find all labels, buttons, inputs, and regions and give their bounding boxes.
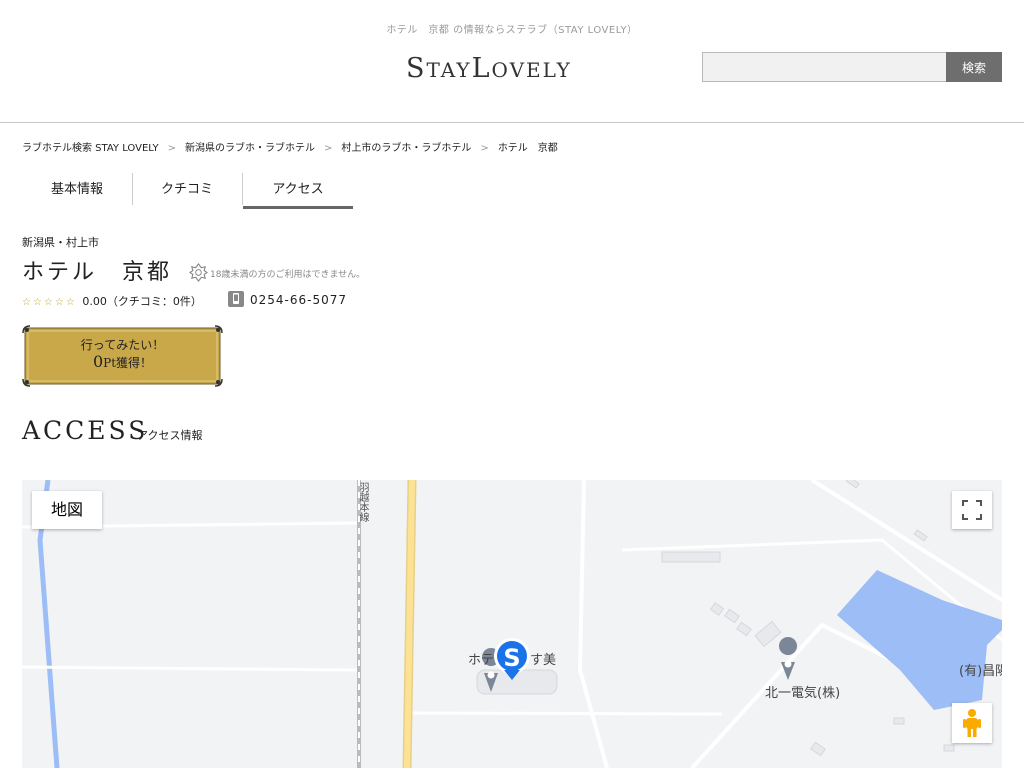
map-label-railway: 羽越本線: [357, 482, 368, 522]
tab-bar: 基本情報 クチコミ アクセス: [22, 173, 354, 209]
access-subheading: アクセス情報: [137, 429, 203, 442]
rating-text[interactable]: 0.00（クチコミ：0件）: [82, 295, 202, 308]
map-label-business-right[interactable]: (有)昌陽: [959, 660, 1002, 679]
rating-stars-icon: ☆☆☆☆☆: [22, 297, 77, 308]
site-logo[interactable]: STAYLOVELY: [406, 53, 620, 87]
breadcrumb-item-current: ホテル 京都: [497, 143, 558, 154]
breadcrumb-separator: >: [167, 143, 177, 154]
map-label-business[interactable]: 北一電気(株): [765, 682, 840, 701]
breadcrumb-separator: >: [324, 143, 333, 154]
phone-icon: [228, 291, 244, 307]
street-view-pegman-button[interactable]: [952, 703, 992, 743]
phone-number[interactable]: 0254-66-5077: [250, 293, 347, 307]
search-input[interactable]: [702, 52, 947, 82]
age-restriction-icon: [189, 263, 208, 282]
rating-summary: ☆☆☆☆☆ 0.00（クチコミ：0件）: [22, 293, 202, 309]
map-label-hotel[interactable]: ホテ: [468, 649, 494, 668]
fullscreen-icon: [962, 500, 982, 520]
map-type-button[interactable]: 地図: [32, 491, 102, 529]
map[interactable]: S 羽越本線 ホテ す美 北一電気(株) (有)昌陽 地図: [22, 480, 1002, 768]
map-label-hotel-neighbor[interactable]: す美: [530, 649, 556, 668]
access-heading: ACCESS: [22, 416, 149, 445]
hotel-name: ホテル 京都: [22, 260, 173, 285]
breadcrumb-item-city[interactable]: 村上市のラブホ・ラブホテル: [341, 143, 471, 154]
tab-access[interactable]: アクセス: [243, 173, 353, 209]
age-restriction-note: 18歳未満の方のご利用はできません。: [210, 270, 366, 280]
search-button[interactable]: 検索: [946, 52, 1002, 82]
svg-text:S: S: [503, 644, 520, 672]
breadcrumb-separator: >: [480, 143, 489, 154]
breadcrumb: ラブホテル検索 STAY LOVELY > 新潟県のラブホ・ラブホテル > 村上市のラブ…: [22, 139, 558, 154]
want-to-go-label[interactable]: 行ってみたい！ 0Pt獲得！: [22, 337, 223, 372]
breadcrumb-item-prefecture[interactable]: 新潟県のラブホ・ラブホテル: [185, 143, 315, 154]
site-tagline: ホテル 京都 の情報ならステラブ（STAY LOVELY）: [386, 25, 638, 36]
hotel-location: 新潟県・村上市: [22, 236, 99, 249]
map-canvas[interactable]: S: [22, 480, 1002, 768]
fullscreen-button[interactable]: [952, 491, 992, 529]
tab-reviews[interactable]: クチコミ: [132, 173, 242, 209]
breadcrumb-item-home[interactable]: ラブホテル検索 STAY LOVELY: [22, 143, 159, 154]
pegman-icon: [963, 709, 981, 737]
tab-basic-info[interactable]: 基本情報: [22, 173, 132, 209]
site-header: ホテル 京都 の情報ならステラブ（STAY LOVELY） STAYLOVELY…: [0, 0, 1024, 123]
